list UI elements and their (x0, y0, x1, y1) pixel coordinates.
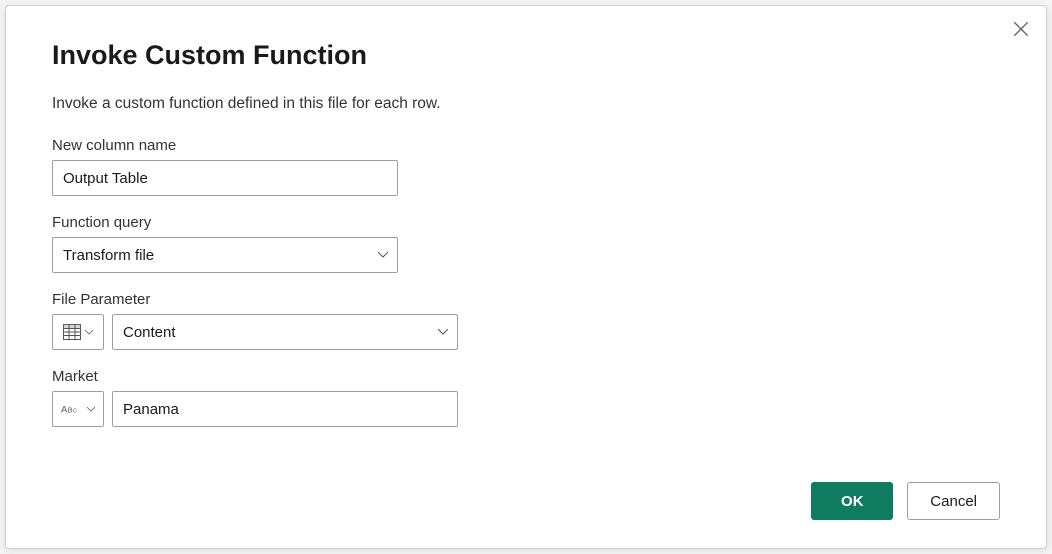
label-function-query: Function query (52, 214, 1000, 231)
select-file-parameter[interactable]: Content (112, 314, 458, 350)
chevron-down-icon (85, 330, 93, 335)
input-new-column[interactable] (52, 160, 398, 196)
dialog-description: Invoke a custom function defined in this… (52, 95, 1000, 113)
svg-text:C: C (73, 409, 78, 415)
field-function-query: Function query Transform file (52, 214, 1000, 273)
field-file-parameter: File Parameter (52, 291, 1000, 350)
ok-button[interactable]: OK (811, 482, 893, 520)
table-icon (63, 324, 81, 340)
label-new-column: New column name (52, 137, 1000, 154)
label-file-parameter: File Parameter (52, 291, 1000, 308)
field-new-column: New column name (52, 137, 1000, 196)
chevron-down-icon (87, 407, 95, 412)
select-function-query[interactable]: Transform file (52, 237, 398, 273)
field-market: Market A B C (52, 368, 1000, 427)
input-market[interactable] (112, 391, 458, 427)
invoke-function-dialog: Invoke Custom Function Invoke a custom f… (5, 5, 1047, 549)
type-picker-file-parameter[interactable] (52, 314, 104, 350)
text-type-icon: A B C (61, 402, 83, 416)
label-market: Market (52, 368, 1000, 385)
svg-text:B: B (68, 406, 73, 415)
close-icon[interactable] (1012, 20, 1030, 38)
type-picker-market[interactable]: A B C (52, 391, 104, 427)
dialog-buttons: OK Cancel (811, 482, 1000, 520)
select-function-query-value: Transform file (63, 247, 154, 264)
dialog-title: Invoke Custom Function (52, 40, 1000, 71)
select-file-parameter-value: Content (123, 324, 176, 341)
cancel-button[interactable]: Cancel (907, 482, 1000, 520)
